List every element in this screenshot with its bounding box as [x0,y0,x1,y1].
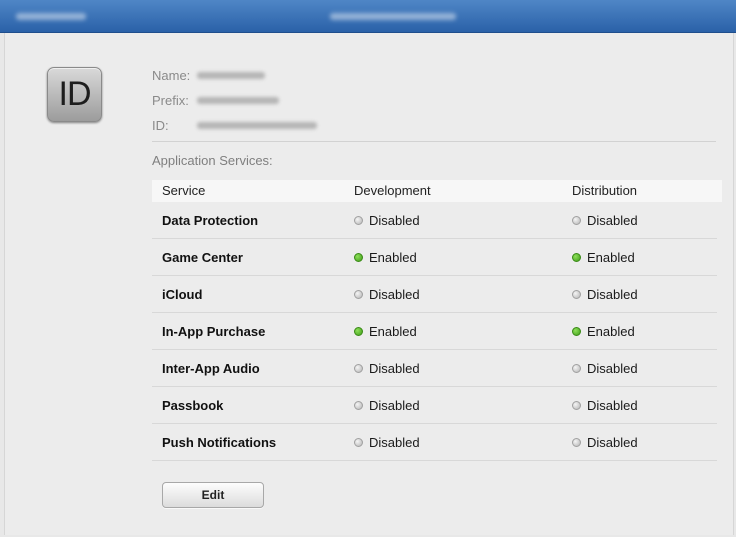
id-value-redacted [197,122,317,129]
prefix-label: Prefix: [152,93,189,108]
development-status: Disabled [354,435,420,450]
name-label: Name: [152,68,191,83]
divider [152,141,716,142]
table-row: Passbook Disabled Disabled [152,387,717,424]
distribution-status: Disabled [572,398,638,413]
distribution-status: Enabled [572,324,635,339]
status-disabled-icon [572,364,581,373]
status-disabled-icon [572,290,581,299]
services-title: Application Services: [152,153,273,168]
service-name: Data Protection [162,213,259,228]
development-status-label: Disabled [369,361,420,376]
table-row: In-App Purchase Enabled Enabled [152,313,717,350]
service-name: Inter-App Audio [162,361,260,376]
column-development: Development [354,183,431,198]
title-bar-title-redacted [330,13,456,20]
development-status: Enabled [354,250,417,265]
distribution-status-label: Disabled [587,435,638,450]
development-status: Disabled [354,361,420,376]
distribution-status: Disabled [572,435,638,450]
status-disabled-icon [354,216,363,225]
development-status: Enabled [354,324,417,339]
name-value-redacted [197,72,265,79]
development-status-label: Disabled [369,398,420,413]
table-row: Push Notifications Disabled Disabled [152,424,717,461]
service-name: Passbook [162,398,224,413]
status-enabled-icon [572,327,581,336]
development-status: Disabled [354,287,420,302]
status-disabled-icon [354,401,363,410]
development-status: Disabled [354,398,420,413]
distribution-status: Disabled [572,361,638,376]
service-name: iCloud [162,287,203,302]
table-row: Data Protection Disabled Disabled [152,202,717,239]
distribution-status: Disabled [572,213,638,228]
distribution-status-label: Enabled [587,250,635,265]
table-row: Game Center Enabled Enabled [152,239,717,276]
distribution-status-label: Disabled [587,361,638,376]
distribution-status: Disabled [572,287,638,302]
column-service: Service [162,183,206,198]
prefix-value-redacted [197,97,279,104]
distribution-status-label: Disabled [587,398,638,413]
status-disabled-icon [572,216,581,225]
status-enabled-icon [572,253,581,262]
distribution-status: Enabled [572,250,635,265]
status-disabled-icon [354,438,363,447]
development-status-label: Enabled [369,324,417,339]
service-name: Game Center [162,250,243,265]
id-label: ID: [152,118,169,133]
edit-button[interactable]: Edit [162,482,264,508]
development-status-label: Disabled [369,287,420,302]
service-name: Push Notifications [162,435,277,450]
distribution-status-label: Disabled [587,213,638,228]
development-status-label: Enabled [369,250,417,265]
service-name: In-App Purchase [162,324,266,339]
table-row: Inter-App Audio Disabled Disabled [152,350,717,387]
status-disabled-icon [572,438,581,447]
development-status-label: Disabled [369,435,420,450]
status-enabled-icon [354,253,363,262]
status-disabled-icon [354,364,363,373]
distribution-status-label: Enabled [587,324,635,339]
status-disabled-icon [572,401,581,410]
app-id-icon: ID [47,67,102,122]
status-disabled-icon [354,290,363,299]
column-distribution: Distribution [572,183,638,198]
table-row: iCloud Disabled Disabled [152,276,717,313]
title-bar-left-redacted [16,13,86,20]
development-status-label: Disabled [369,213,420,228]
title-bar [0,0,736,33]
services-table-header: Service Development Distribution [152,180,722,202]
status-enabled-icon [354,327,363,336]
distribution-status-label: Disabled [587,287,638,302]
development-status: Disabled [354,213,420,228]
